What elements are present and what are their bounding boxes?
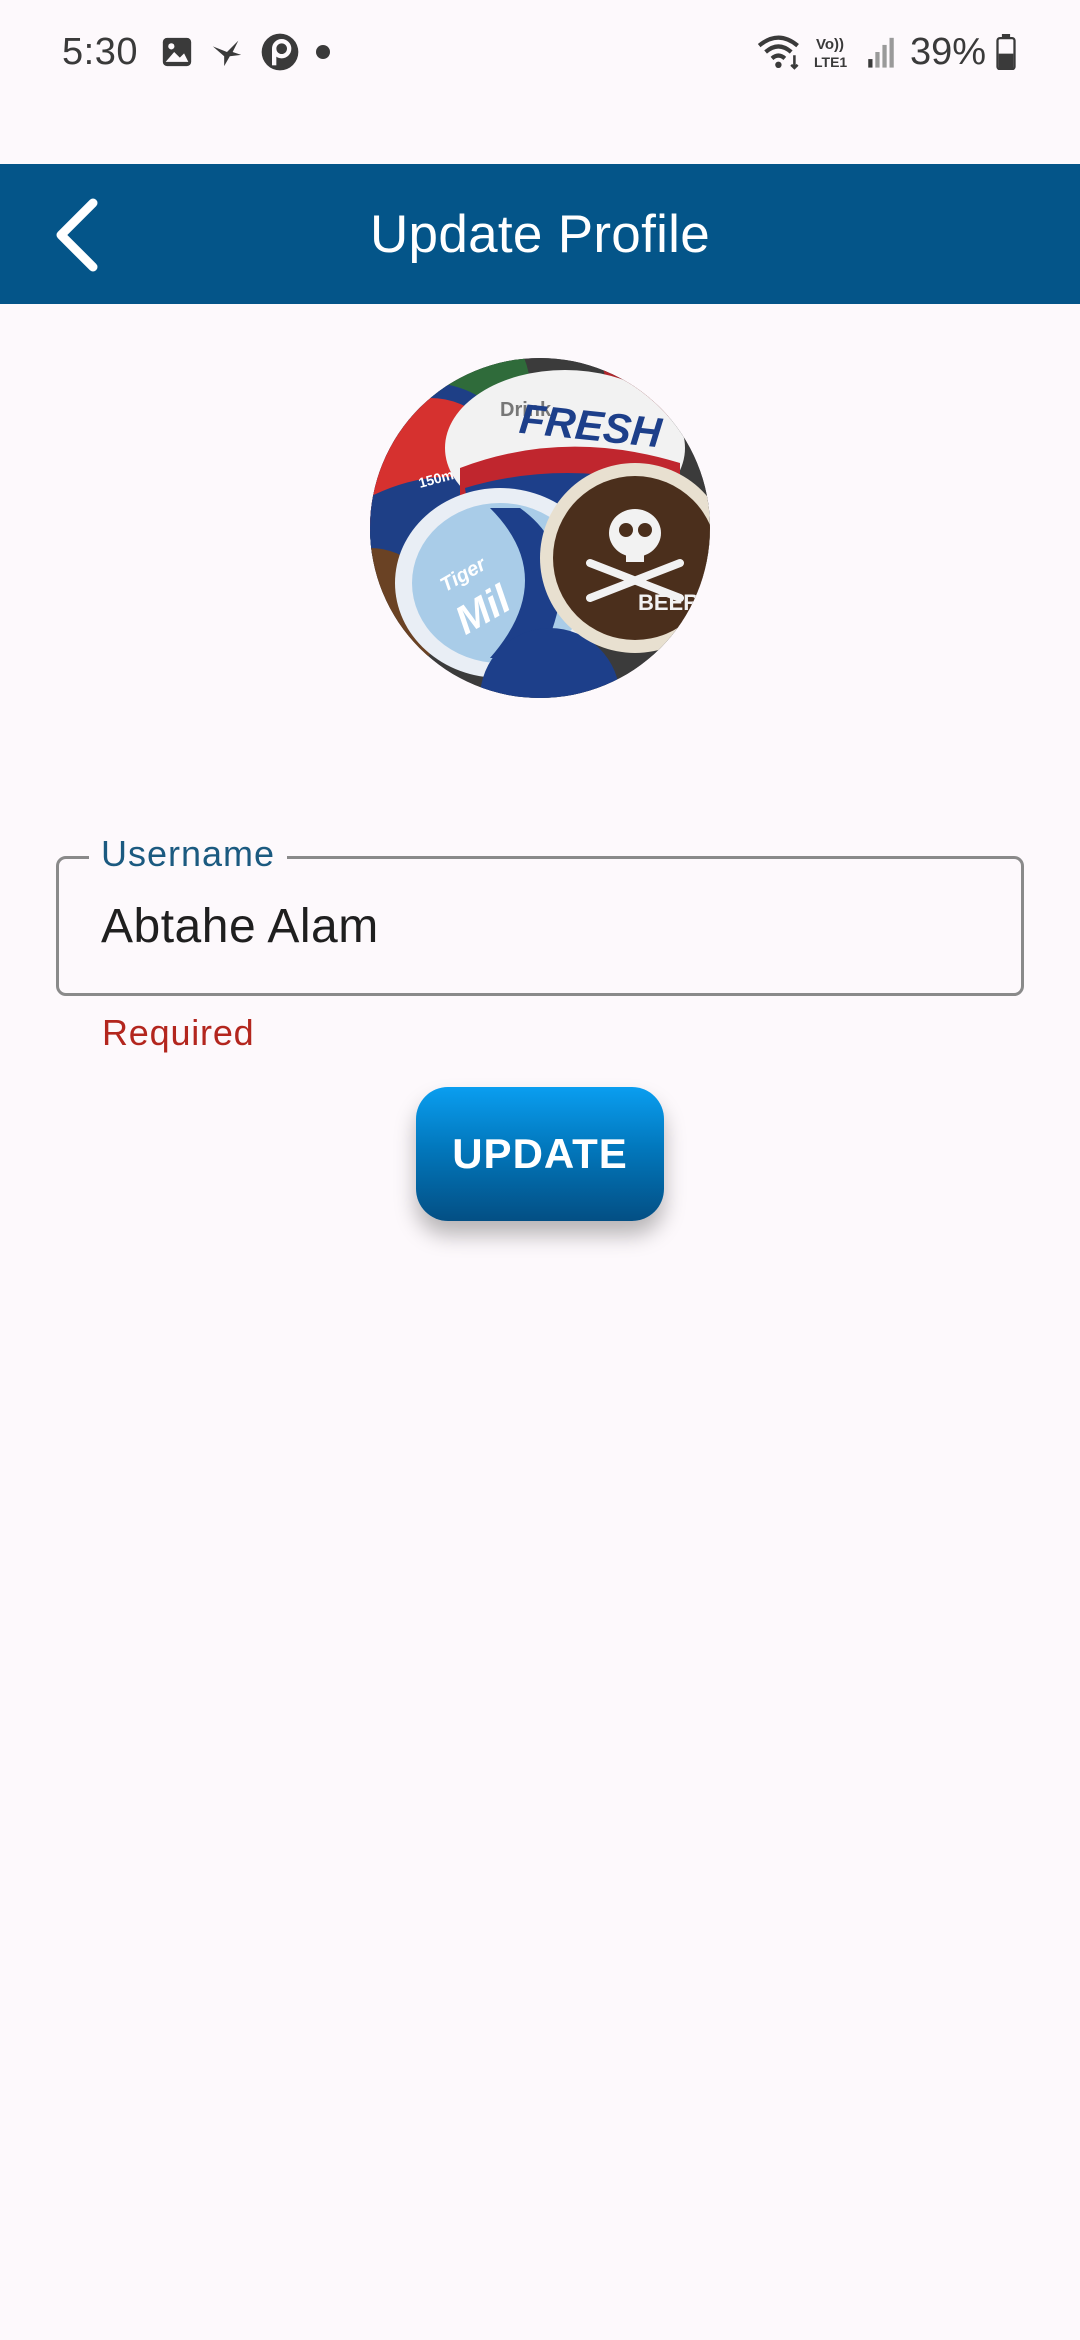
- battery-percent: 39%: [909, 30, 986, 73]
- update-button[interactable]: UPDATE: [416, 1087, 664, 1221]
- svg-text:BEER: BEER: [638, 590, 699, 615]
- wifi-icon: [756, 32, 804, 72]
- screen: 5:30 Vo)) LTE1 39% Update Profile 150ml …: [0, 0, 1080, 2340]
- signal-icon: [866, 35, 896, 69]
- bird-icon: [210, 35, 244, 69]
- status-bar: 5:30 Vo)) LTE1 39%: [0, 0, 1080, 104]
- volte-label-bottom: LTE1: [814, 54, 847, 70]
- back-button[interactable]: [34, 190, 124, 280]
- battery-icon: [996, 34, 1016, 70]
- status-time: 5:30: [62, 30, 138, 73]
- notification-dot-icon: [315, 45, 330, 59]
- username-input[interactable]: [101, 899, 981, 954]
- username-field[interactable]: Username: [56, 833, 1024, 996]
- volte-label-top: Vo)): [816, 36, 844, 53]
- profile-avatar[interactable]: 150ml Drink FRESH 150ml Mil Tiger: [370, 358, 710, 698]
- pocket-app-icon: [260, 32, 300, 72]
- status-right: Vo)) LTE1 39%: [756, 31, 1024, 74]
- app-bar: Update Profile: [0, 164, 1080, 304]
- username-error-text: Required: [102, 1012, 255, 1053]
- gallery-icon: [160, 35, 194, 69]
- username-label: Username: [89, 833, 288, 875]
- chevron-left-icon: [56, 198, 98, 272]
- status-left: 5:30: [62, 31, 346, 74]
- avatar-image: 150ml Drink FRESH 150ml Mil Tiger: [370, 358, 710, 698]
- volte-icon: Vo)) LTE1: [812, 32, 858, 72]
- page-title: Update Profile: [369, 204, 711, 264]
